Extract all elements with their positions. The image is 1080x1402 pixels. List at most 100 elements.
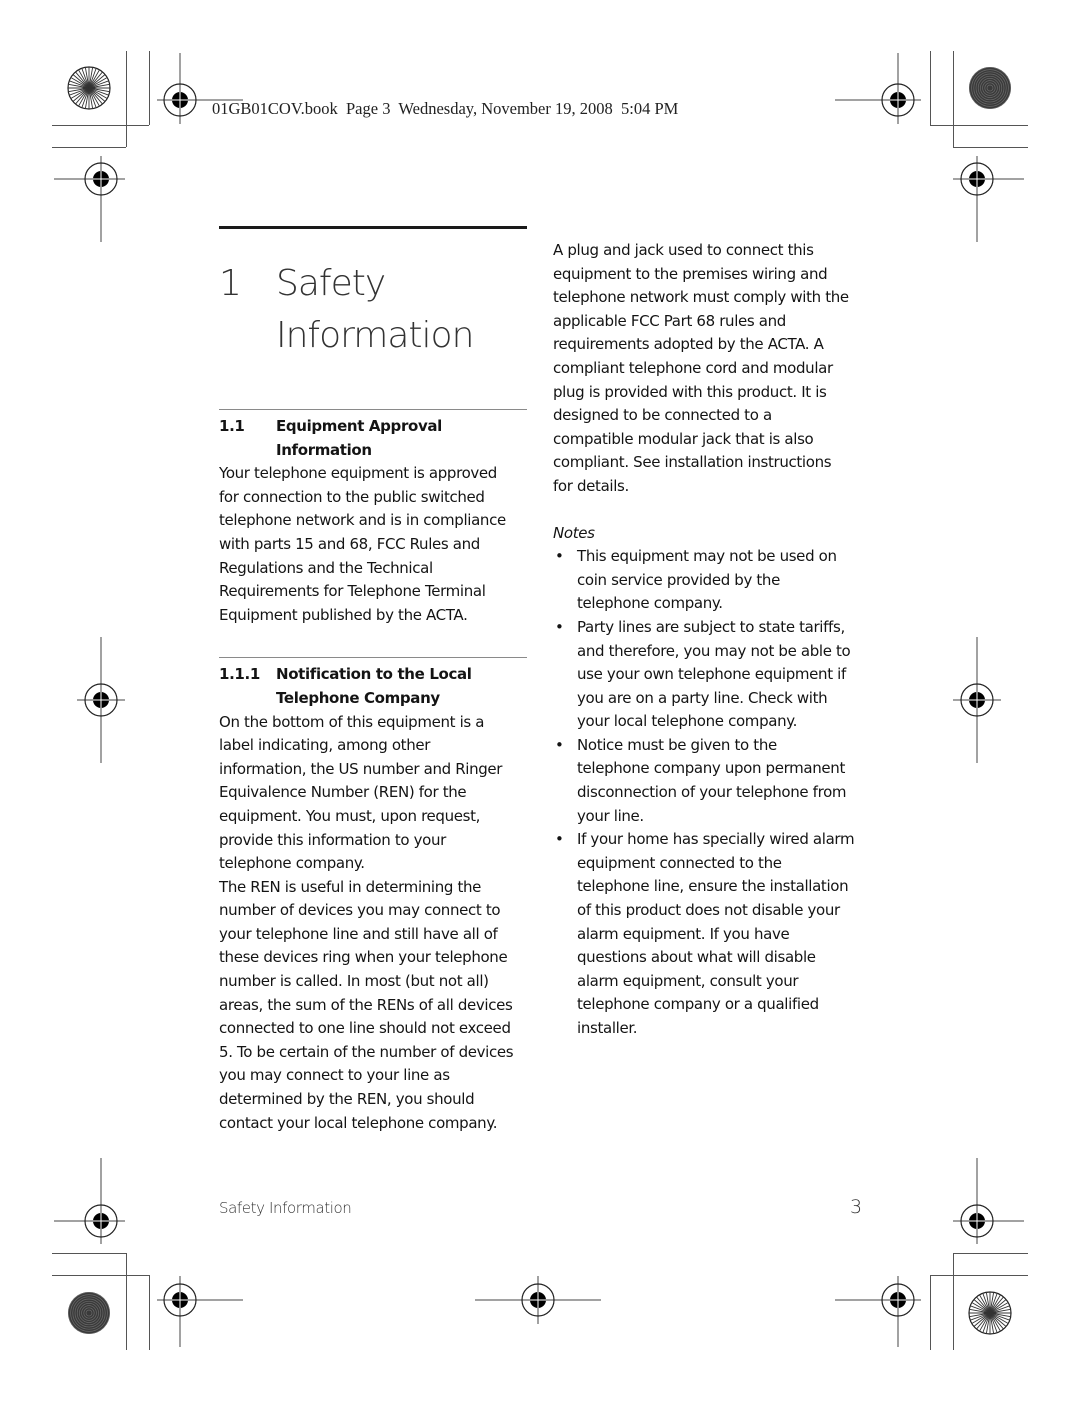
crop-marks <box>52 51 1028 1350</box>
printer-marks <box>52 51 1028 1350</box>
left-column: 1 Safety Information 1.1 Equipment Appro… <box>219 226 529 1135</box>
registration-target-icon <box>54 1158 125 1244</box>
paragraph-line: compliant telephone cord and modular <box>553 358 833 377</box>
chapter-number: 1 <box>219 263 242 304</box>
paragraph-line: compliant. See installation instructions <box>553 453 832 472</box>
section-number: 1.1 <box>219 417 245 435</box>
note-line: telephone line, ensure the installation <box>577 877 849 896</box>
paragraph-line: Equipment published by the ACTA. <box>219 605 468 624</box>
section-rule <box>219 409 527 410</box>
paragraph-line: telephone company. <box>219 854 365 873</box>
paragraph-line: telephone network must comply with the <box>553 288 849 307</box>
paragraph-line: A plug and jack used to connect this <box>553 241 814 259</box>
print-slug: 01GB01COV.book Page 3 Wednesday, Novembe… <box>212 99 679 118</box>
note-item: • Party lines are subject to state tariff… <box>553 616 863 734</box>
paragraph-line: equipment to the premises wiring and <box>553 264 828 283</box>
dark-concentric-icon <box>969 67 1011 109</box>
paragraph-line: for connection to the public switched <box>219 487 485 506</box>
bullet-icon: • <box>555 735 564 754</box>
bullet-icon: • <box>555 830 564 849</box>
note-item: • If your home has specially wired alarm e… <box>553 828 863 1040</box>
registration-target-icon <box>953 637 1001 763</box>
note-item: • This equipment may not be used on coin s… <box>553 545 863 616</box>
plug-jack-paragraph: A plug and jack used to connect this equi… <box>553 239 863 499</box>
registration-target-icon <box>953 1158 1024 1244</box>
paragraph-line: number is called. In most (but not all) <box>219 972 489 991</box>
paragraph-line: applicable FCC Part 68 rules and <box>553 311 786 330</box>
section-heading: 1.1 Equipment Approval Information <box>219 415 529 462</box>
note-text: Notice must be given to the telephone com… <box>577 734 847 828</box>
subsection-paragraph-2: The REN is useful in determining the numb… <box>219 876 529 1136</box>
note-line: alarm equipment, consult your <box>577 971 799 990</box>
note-line: and therefore, you may not be able to <box>577 641 851 660</box>
page-number: 3 <box>850 1196 863 1218</box>
paragraph-line: you may connect to your line as <box>219 1066 450 1085</box>
paragraph-line: for details. <box>553 476 629 495</box>
paragraph-line: Regulations and the Technical <box>219 558 433 577</box>
paragraph-line: these devices ring when your telephone <box>219 948 508 967</box>
paragraph-line: telephone network and is in compliance <box>219 511 506 530</box>
registration-target-icon <box>475 1276 601 1324</box>
paragraph-line: compatible modular jack that is also <box>553 429 814 448</box>
note-item: • Notice must be given to the telephone co… <box>553 734 863 828</box>
section-title-line: Information <box>276 440 372 459</box>
note-line: questions about what will disable <box>577 948 816 967</box>
paragraph-line: plug is provided with this product. It i… <box>553 382 827 401</box>
chapter-title: Safety Information <box>276 258 476 362</box>
paragraph-line: Your telephone equipment is approved <box>219 464 497 483</box>
note-text: If your home has specially wired alarm eq… <box>577 828 855 1040</box>
note-line: telephone company upon permanent <box>577 759 845 778</box>
note-line: Party lines are subject to state tariffs… <box>577 617 845 636</box>
notes-list: • This equipment may not be used on coin s… <box>553 545 863 1040</box>
note-line: This equipment may not be used on <box>577 547 837 566</box>
paragraph-line: with parts 15 and 68, FCC Rules and <box>219 534 480 553</box>
subsection-number: 1.1.1 <box>219 665 260 684</box>
subsection-heading: 1.1.1 Notification to the Local Telephon… <box>219 663 529 710</box>
paragraph-line: areas, the sum of the RENs of all device… <box>219 995 513 1014</box>
note-line: If your home has specially wired alarm <box>577 830 855 849</box>
note-line: you are on a party line. Check with <box>577 688 828 707</box>
footer-section-name: Safety Information <box>219 1199 352 1217</box>
note-line: your local telephone company. <box>577 712 798 731</box>
registration-target-icon <box>54 156 125 242</box>
starburst-icon <box>968 1291 1012 1335</box>
paragraph-line: equipment. You must, upon request, <box>219 806 481 825</box>
note-line: telephone company. <box>577 594 723 613</box>
registration-target-icon <box>77 637 125 763</box>
note-line: alarm equipment. If you have <box>577 924 790 943</box>
subsection-title: Notification to the Local Telephone Comp… <box>276 663 472 710</box>
paragraph-line: connected to one line should not exceed <box>219 1019 511 1038</box>
subsection-title-line: Telephone Company <box>276 688 440 707</box>
registration-target-icon <box>953 156 1024 242</box>
section-title: Equipment Approval Information <box>276 415 442 462</box>
paragraph-line: determined by the REN, you should <box>219 1090 475 1109</box>
section-title-line: Equipment Approval <box>276 417 442 435</box>
registration-target-icon <box>835 1276 921 1347</box>
paragraph-line: Equivalence Number (REN) for the <box>219 783 467 802</box>
paragraph-line: your telephone line and still have all o… <box>219 924 498 943</box>
subsection-title-line: Notification to the Local <box>276 665 472 684</box>
note-line: installer. <box>577 1019 638 1037</box>
notes-label: Notes <box>553 523 595 542</box>
subsection-paragraph-1: On the bottom of this equipment is a labe… <box>219 711 529 876</box>
note-line: equipment connected to the <box>577 853 782 872</box>
note-text: This equipment may not be used on coin se… <box>577 545 837 616</box>
note-line: telephone company or a qualified <box>577 995 819 1014</box>
note-line: Notice must be given to the <box>577 735 777 754</box>
paragraph-line: The REN is useful in determining the <box>219 877 482 896</box>
note-line: of this product does not disable your <box>577 901 840 920</box>
note-line: use your own telephone equipment if <box>577 665 846 684</box>
paragraph-line: number of devices you may connect to <box>219 901 501 920</box>
bullet-icon: • <box>555 617 564 636</box>
paragraph-line: 5. To be certain of the number of device… <box>219 1042 514 1061</box>
paragraph-line: designed to be connected to a <box>553 406 772 425</box>
note-line: disconnection of your telephone from <box>577 783 847 802</box>
right-column: A plug and jack used to connect this equi… <box>553 239 863 1041</box>
paragraph-line: contact your local telephone company. <box>219 1113 498 1132</box>
registration-target-icon <box>157 1276 243 1347</box>
note-line: your line. <box>577 806 644 825</box>
paragraph-line: Requirements for Telephone Terminal <box>219 582 486 601</box>
chapter-title-line: Safety <box>276 263 386 304</box>
paragraph-line: label indicating, among other <box>219 736 431 755</box>
note-text: Party lines are subject to state tariffs… <box>577 616 851 734</box>
